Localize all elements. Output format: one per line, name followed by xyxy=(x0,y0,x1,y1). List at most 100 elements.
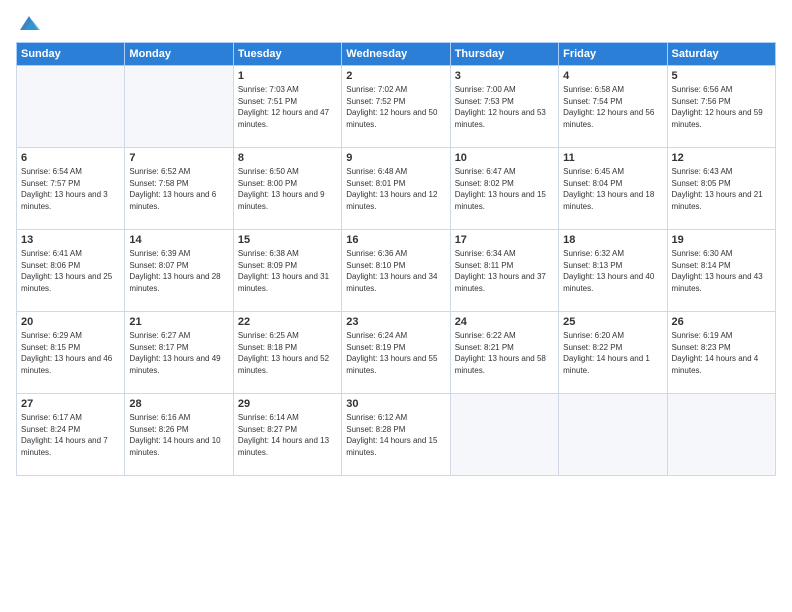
day-number: 5 xyxy=(672,70,771,82)
day-info: Sunrise: 6:47 AMSunset: 8:02 PMDaylight:… xyxy=(455,166,554,212)
day-info: Sunrise: 6:25 AMSunset: 8:18 PMDaylight:… xyxy=(238,330,337,376)
day-number: 11 xyxy=(563,152,662,164)
day-info: Sunrise: 6:30 AMSunset: 8:14 PMDaylight:… xyxy=(672,248,771,294)
day-info: Sunrise: 6:45 AMSunset: 8:04 PMDaylight:… xyxy=(563,166,662,212)
calendar-cell: 22 Sunrise: 6:25 AMSunset: 8:18 PMDayligh… xyxy=(233,312,341,394)
day-number: 8 xyxy=(238,152,337,164)
day-number: 17 xyxy=(455,234,554,246)
day-info: Sunrise: 6:41 AMSunset: 8:06 PMDaylight:… xyxy=(21,248,120,294)
day-info: Sunrise: 6:14 AMSunset: 8:27 PMDaylight:… xyxy=(238,412,337,458)
day-info: Sunrise: 6:29 AMSunset: 8:15 PMDaylight:… xyxy=(21,330,120,376)
day-info: Sunrise: 6:19 AMSunset: 8:23 PMDaylight:… xyxy=(672,330,771,376)
day-number: 4 xyxy=(563,70,662,82)
day-info: Sunrise: 6:52 AMSunset: 7:58 PMDaylight:… xyxy=(129,166,228,212)
day-number: 15 xyxy=(238,234,337,246)
calendar-cell xyxy=(667,394,775,476)
day-info: Sunrise: 6:17 AMSunset: 8:24 PMDaylight:… xyxy=(21,412,120,458)
calendar-cell: 19 Sunrise: 6:30 AMSunset: 8:14 PMDayligh… xyxy=(667,230,775,312)
day-info: Sunrise: 6:54 AMSunset: 7:57 PMDaylight:… xyxy=(21,166,120,212)
weekday-monday: Monday xyxy=(125,43,233,66)
day-info: Sunrise: 6:56 AMSunset: 7:56 PMDaylight:… xyxy=(672,84,771,130)
weekday-friday: Friday xyxy=(559,43,667,66)
calendar-cell: 30 Sunrise: 6:12 AMSunset: 8:28 PMDayligh… xyxy=(342,394,450,476)
day-number: 28 xyxy=(129,398,228,410)
day-number: 29 xyxy=(238,398,337,410)
calendar-cell xyxy=(559,394,667,476)
calendar-cell xyxy=(125,66,233,148)
weekday-header-row: SundayMondayTuesdayWednesdayThursdayFrid… xyxy=(17,43,776,66)
day-number: 19 xyxy=(672,234,771,246)
day-number: 16 xyxy=(346,234,445,246)
day-info: Sunrise: 7:00 AMSunset: 7:53 PMDaylight:… xyxy=(455,84,554,130)
day-number: 14 xyxy=(129,234,228,246)
day-number: 18 xyxy=(563,234,662,246)
day-info: Sunrise: 6:48 AMSunset: 8:01 PMDaylight:… xyxy=(346,166,445,212)
day-info: Sunrise: 6:27 AMSunset: 8:17 PMDaylight:… xyxy=(129,330,228,376)
day-info: Sunrise: 6:50 AMSunset: 8:00 PMDaylight:… xyxy=(238,166,337,212)
week-row-4: 20 Sunrise: 6:29 AMSunset: 8:15 PMDayligh… xyxy=(17,312,776,394)
calendar-cell: 4 Sunrise: 6:58 AMSunset: 7:54 PMDaylight… xyxy=(559,66,667,148)
day-number: 24 xyxy=(455,316,554,328)
calendar-cell xyxy=(450,394,558,476)
calendar-cell: 10Sunrise: 6:47 AMSunset: 8:02 PMDayligh… xyxy=(450,148,558,230)
day-info: Sunrise: 6:32 AMSunset: 8:13 PMDaylight:… xyxy=(563,248,662,294)
calendar-cell: 28 Sunrise: 6:16 AMSunset: 8:26 PMDayligh… xyxy=(125,394,233,476)
day-number: 12 xyxy=(672,152,771,164)
week-row-5: 27Sunrise: 6:17 AMSunset: 8:24 PMDayligh… xyxy=(17,394,776,476)
week-row-2: 6 Sunrise: 6:54 AMSunset: 7:57 PMDaylight… xyxy=(17,148,776,230)
calendar-cell: 18 Sunrise: 6:32 AMSunset: 8:13 PMDayligh… xyxy=(559,230,667,312)
day-number: 23 xyxy=(346,316,445,328)
calendar-cell: 14 Sunrise: 6:39 AMSunset: 8:07 PMDayligh… xyxy=(125,230,233,312)
calendar-cell: 8 Sunrise: 6:50 AMSunset: 8:00 PMDaylight… xyxy=(233,148,341,230)
calendar-table: SundayMondayTuesdayWednesdayThursdayFrid… xyxy=(16,42,776,476)
day-number: 6 xyxy=(21,152,120,164)
calendar-cell: 27Sunrise: 6:17 AMSunset: 8:24 PMDayligh… xyxy=(17,394,125,476)
day-number: 2 xyxy=(346,70,445,82)
calendar-cell: 29 Sunrise: 6:14 AMSunset: 8:27 PMDayligh… xyxy=(233,394,341,476)
day-info: Sunrise: 6:24 AMSunset: 8:19 PMDaylight:… xyxy=(346,330,445,376)
day-info: Sunrise: 6:36 AMSunset: 8:10 PMDaylight:… xyxy=(346,248,445,294)
weekday-wednesday: Wednesday xyxy=(342,43,450,66)
calendar-cell: 13Sunrise: 6:41 AMSunset: 8:06 PMDayligh… xyxy=(17,230,125,312)
day-info: Sunrise: 6:16 AMSunset: 8:26 PMDaylight:… xyxy=(129,412,228,458)
calendar-cell xyxy=(17,66,125,148)
calendar-cell: 5 Sunrise: 6:56 AMSunset: 7:56 PMDaylight… xyxy=(667,66,775,148)
calendar-cell: 2Sunrise: 7:02 AMSunset: 7:52 PMDaylight… xyxy=(342,66,450,148)
weekday-tuesday: Tuesday xyxy=(233,43,341,66)
calendar-cell: 25 Sunrise: 6:20 AMSunset: 8:22 PMDayligh… xyxy=(559,312,667,394)
day-number: 1 xyxy=(238,70,337,82)
weekday-sunday: Sunday xyxy=(17,43,125,66)
calendar-cell: 3Sunrise: 7:00 AMSunset: 7:53 PMDaylight… xyxy=(450,66,558,148)
calendar-cell: 6 Sunrise: 6:54 AMSunset: 7:57 PMDaylight… xyxy=(17,148,125,230)
week-row-1: 1 Sunrise: 7:03 AMSunset: 7:51 PMDaylight… xyxy=(17,66,776,148)
calendar-cell: 7Sunrise: 6:52 AMSunset: 7:58 PMDaylight… xyxy=(125,148,233,230)
calendar-cell: 17 Sunrise: 6:34 AMSunset: 8:11 PMDayligh… xyxy=(450,230,558,312)
calendar-cell: 24 Sunrise: 6:22 AMSunset: 8:21 PMDayligh… xyxy=(450,312,558,394)
day-info: Sunrise: 6:58 AMSunset: 7:54 PMDaylight:… xyxy=(563,84,662,130)
day-info: Sunrise: 7:03 AMSunset: 7:51 PMDaylight:… xyxy=(238,84,337,130)
day-number: 25 xyxy=(563,316,662,328)
day-info: Sunrise: 6:38 AMSunset: 8:09 PMDaylight:… xyxy=(238,248,337,294)
day-number: 30 xyxy=(346,398,445,410)
calendar-cell: 11 Sunrise: 6:45 AMSunset: 8:04 PMDayligh… xyxy=(559,148,667,230)
day-info: Sunrise: 6:39 AMSunset: 8:07 PMDaylight:… xyxy=(129,248,228,294)
calendar-cell: 1 Sunrise: 7:03 AMSunset: 7:51 PMDaylight… xyxy=(233,66,341,148)
day-info: Sunrise: 6:43 AMSunset: 8:05 PMDaylight:… xyxy=(672,166,771,212)
day-number: 9 xyxy=(346,152,445,164)
weekday-thursday: Thursday xyxy=(450,43,558,66)
calendar-cell: 23 Sunrise: 6:24 AMSunset: 8:19 PMDayligh… xyxy=(342,312,450,394)
calendar-cell: 26Sunrise: 6:19 AMSunset: 8:23 PMDayligh… xyxy=(667,312,775,394)
day-number: 20 xyxy=(21,316,120,328)
calendar-cell: 16 Sunrise: 6:36 AMSunset: 8:10 PMDayligh… xyxy=(342,230,450,312)
logo xyxy=(16,12,40,34)
calendar-cell: 12 Sunrise: 6:43 AMSunset: 8:05 PMDayligh… xyxy=(667,148,775,230)
day-number: 21 xyxy=(129,316,228,328)
day-info: Sunrise: 6:12 AMSunset: 8:28 PMDaylight:… xyxy=(346,412,445,458)
day-number: 22 xyxy=(238,316,337,328)
day-info: Sunrise: 6:22 AMSunset: 8:21 PMDaylight:… xyxy=(455,330,554,376)
calendar-cell: 15 Sunrise: 6:38 AMSunset: 8:09 PMDayligh… xyxy=(233,230,341,312)
day-info: Sunrise: 6:20 AMSunset: 8:22 PMDaylight:… xyxy=(563,330,662,376)
week-row-3: 13Sunrise: 6:41 AMSunset: 8:06 PMDayligh… xyxy=(17,230,776,312)
day-info: Sunrise: 6:34 AMSunset: 8:11 PMDaylight:… xyxy=(455,248,554,294)
calendar-cell: 20 Sunrise: 6:29 AMSunset: 8:15 PMDayligh… xyxy=(17,312,125,394)
